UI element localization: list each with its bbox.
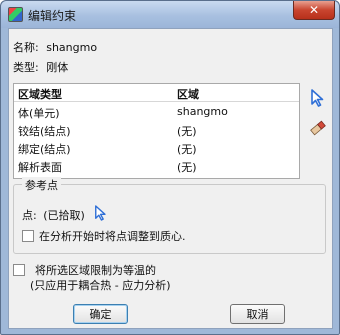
edit-constraint-dialog: 编辑约束 ✕ 名称: shangmo 类型: 刚体 区域类型 区域 体(单元) … xyxy=(0,0,340,335)
adjust-to-centroid-checkbox[interactable] xyxy=(22,230,34,242)
cell-region: (无) xyxy=(177,143,197,156)
type-label: 类型: xyxy=(13,61,39,74)
app-icon xyxy=(8,7,23,22)
reference-point-group: 参考点 点: (已拾取) 在分析开始时将点调整到质心. xyxy=(13,177,326,254)
name-value: shangmo xyxy=(46,41,98,54)
cancel-button[interactable]: 取消 xyxy=(230,304,285,324)
adjust-to-centroid-label: 在分析开始时将点调整到质心. xyxy=(39,230,186,243)
title-bar[interactable]: 编辑约束 ✕ xyxy=(1,1,339,28)
reference-point-title: 参考点 xyxy=(22,177,61,193)
cell-region: (无) xyxy=(177,125,197,138)
close-button[interactable]: ✕ xyxy=(293,1,335,20)
dialog-body: 名称: shangmo 类型: 刚体 区域类型 区域 体(单元) shangmo… xyxy=(8,28,333,329)
point-value: (已拾取) xyxy=(43,209,85,222)
cell-region-type: 体(单元) xyxy=(18,107,60,120)
isothermal-label-line2: (只应用于耦合热 - 应力分析) xyxy=(30,279,171,292)
eraser-icon[interactable] xyxy=(307,117,329,139)
cell-region: (无) xyxy=(177,161,197,174)
type-value: 刚体 xyxy=(46,61,69,74)
select-arrow-icon[interactable] xyxy=(307,87,329,109)
isothermal-label-line1: 将所选区域限制为等温的 xyxy=(35,264,156,277)
cell-region-type: 铰结(结点) xyxy=(18,125,71,138)
type-row: 类型: 刚体 xyxy=(13,59,68,75)
isothermal-option[interactable]: 将所选区域限制为等温的 (只应用于耦合热 - 应力分析) xyxy=(13,263,171,293)
region-table: 区域类型 区域 体(单元) shangmo 铰结(结点) (无) 绑定(结点) … xyxy=(13,83,300,179)
table-row[interactable]: 解析表面 (无) xyxy=(14,157,299,175)
ok-button[interactable]: 确定 xyxy=(73,304,128,324)
pick-point-arrow-icon[interactable] xyxy=(94,205,108,221)
table-row[interactable]: 铰结(结点) (无) xyxy=(14,121,299,139)
point-label: 点: xyxy=(22,209,37,222)
header-region-type: 区域类型 xyxy=(18,88,62,101)
adjust-to-centroid-option[interactable]: 在分析开始时将点调整到质心. xyxy=(22,229,186,244)
table-row[interactable]: 体(单元) shangmo xyxy=(14,103,299,121)
table-header: 区域类型 区域 xyxy=(14,84,299,102)
name-label: 名称: xyxy=(13,41,39,54)
point-row: 点: (已拾取) xyxy=(22,207,85,223)
isothermal-label: 将所选区域限制为等温的 (只应用于耦合热 - 应力分析) xyxy=(30,263,171,293)
cell-region-type: 绑定(结点) xyxy=(18,143,71,156)
name-row: 名称: shangmo xyxy=(13,39,97,55)
window-title: 编辑约束 xyxy=(28,9,77,23)
header-region: 区域 xyxy=(177,88,199,101)
table-row[interactable]: 绑定(结点) (无) xyxy=(14,139,299,157)
isothermal-checkbox[interactable] xyxy=(13,264,25,276)
cell-region: shangmo xyxy=(177,105,228,118)
cell-region-type: 解析表面 xyxy=(18,161,62,174)
